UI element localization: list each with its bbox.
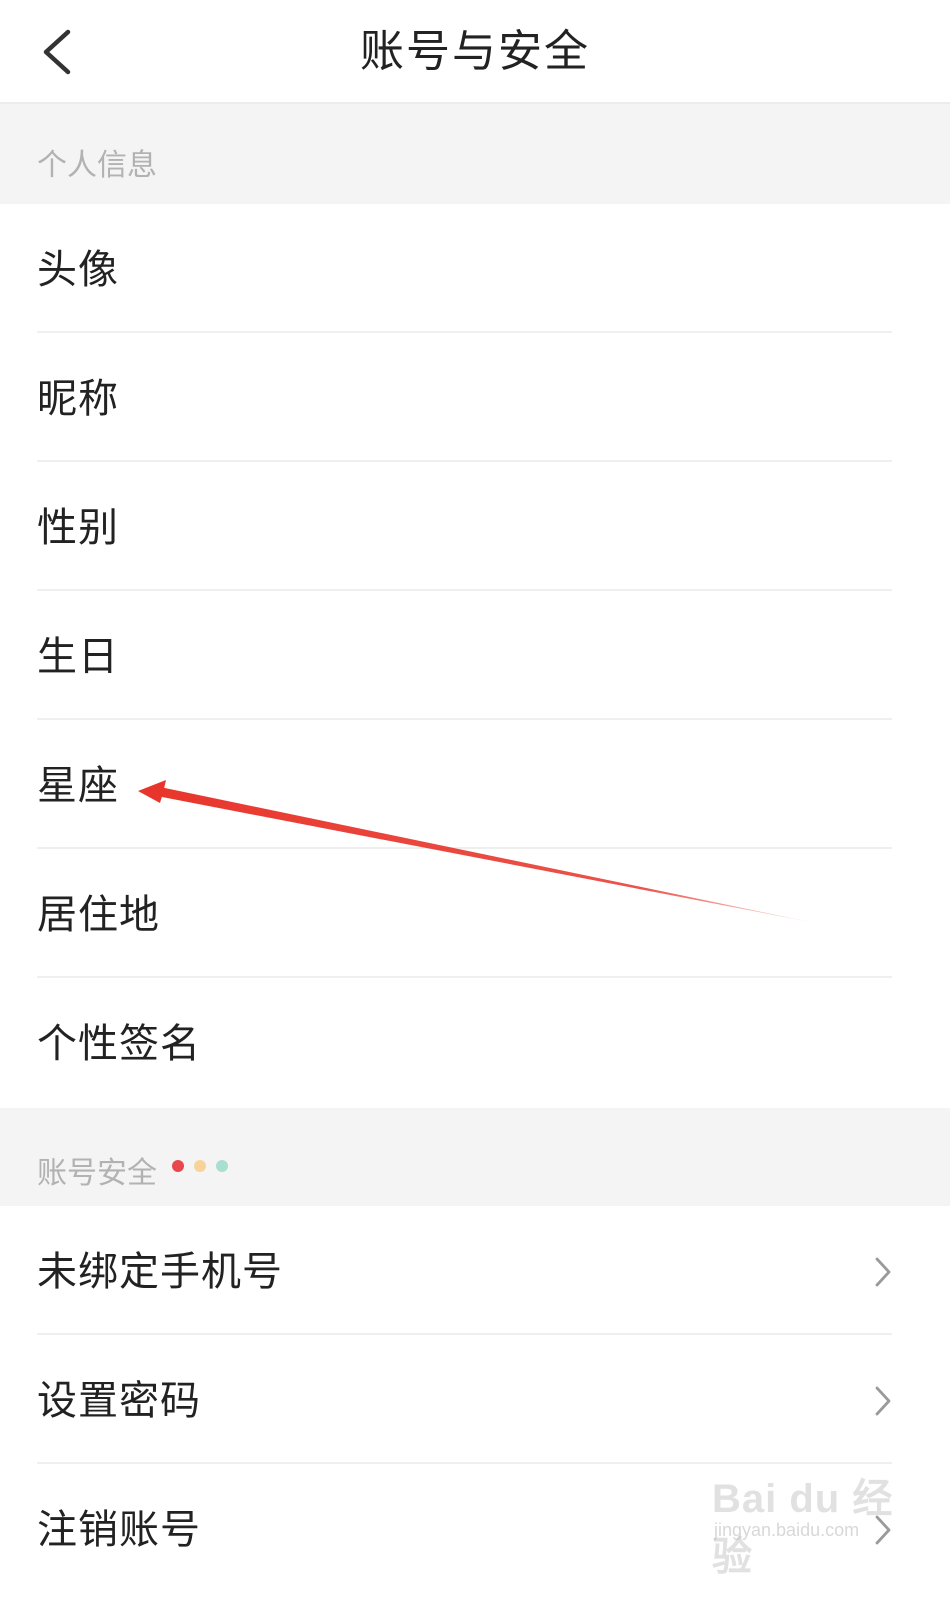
section-header-account-security: 账号安全 xyxy=(0,1108,950,1206)
list-item-label: 未绑定手机号 xyxy=(37,1249,283,1295)
account-security-page: 账号与安全 个人信息 头像 昵称 性别 生日 星座 居住地 个性签名 账号安全 xyxy=(0,0,950,1600)
list-item-label: 性别 xyxy=(37,505,119,551)
list-item-set-password[interactable]: 设置密码 xyxy=(0,1335,950,1464)
section-title: 个人信息 xyxy=(37,148,157,183)
red-dot xyxy=(172,1160,184,1172)
list-item-cancel-account[interactable]: 注销账号 xyxy=(0,1464,950,1593)
list-item-label: 注销账号 xyxy=(37,1507,201,1553)
list-item-avatar[interactable]: 头像 xyxy=(0,204,950,333)
list-item-signature[interactable]: 个性签名 xyxy=(0,978,950,1108)
yellow-dot xyxy=(194,1160,206,1172)
list-item-birthday[interactable]: 生日 xyxy=(0,591,950,720)
section-header-personal-info: 个人信息 xyxy=(0,104,950,204)
list-item-residence[interactable]: 居住地 xyxy=(0,849,950,978)
list-item-label: 设置密码 xyxy=(37,1378,201,1424)
list-item-label: 昵称 xyxy=(37,376,119,422)
list-item-label: 星座 xyxy=(37,763,119,809)
list-item-bind-phone[interactable]: 未绑定手机号 xyxy=(0,1206,950,1335)
top-nav-bar: 账号与安全 xyxy=(0,0,950,104)
chevron-right-icon xyxy=(875,1515,891,1545)
list-item-label: 个性签名 xyxy=(37,1021,201,1067)
teal-dot xyxy=(216,1160,228,1172)
list-item-label: 居住地 xyxy=(37,892,160,938)
list-item-gender[interactable]: 性别 xyxy=(0,462,950,591)
list-item-nickname[interactable]: 昵称 xyxy=(0,333,950,462)
chevron-right-icon xyxy=(875,1386,891,1416)
list-item-constellation[interactable]: 星座 xyxy=(0,720,950,849)
list-item-label: 生日 xyxy=(37,634,119,680)
list-item-label: 头像 xyxy=(37,247,119,293)
page-title: 账号与安全 xyxy=(360,26,590,77)
chevron-right-icon xyxy=(875,1257,891,1287)
section-title: 账号安全 xyxy=(37,1156,157,1191)
